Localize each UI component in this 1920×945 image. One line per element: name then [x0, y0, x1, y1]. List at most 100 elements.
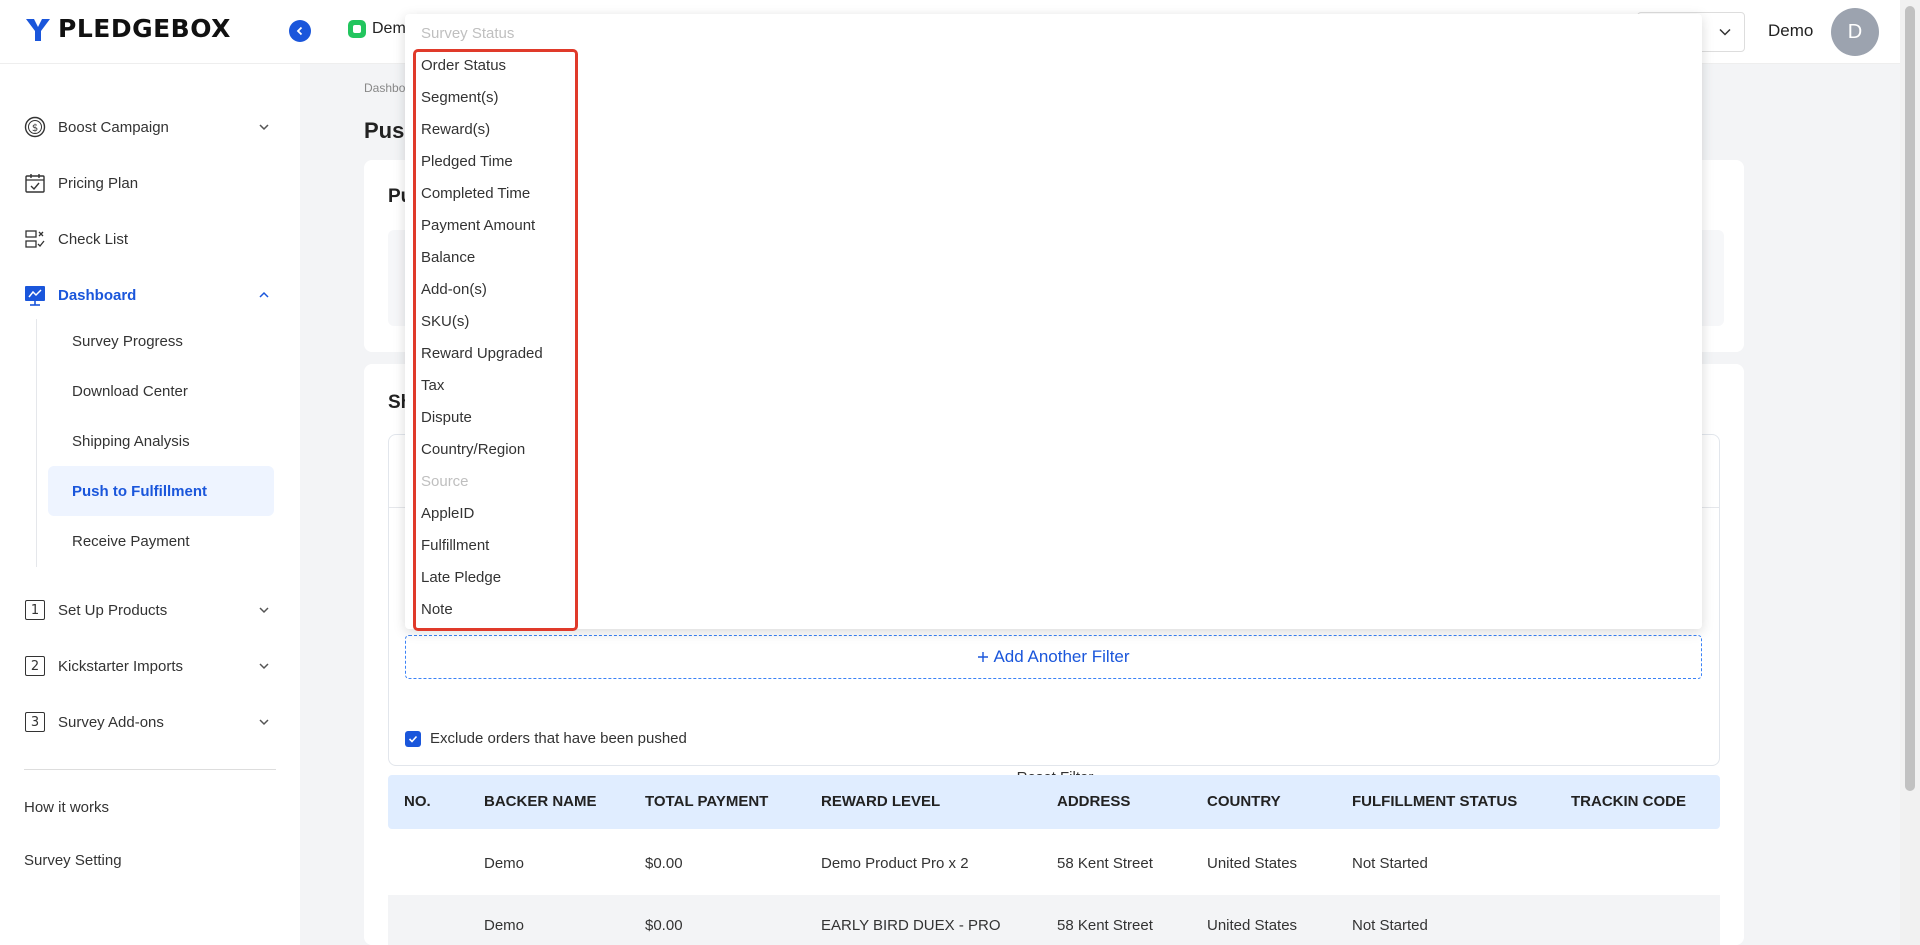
pledgebox-logo-icon	[26, 18, 50, 41]
sidebar: $ Boost Campaign Pricing Plan Check List…	[0, 64, 300, 945]
calendar-check-icon	[24, 172, 46, 194]
checklist-icon	[24, 228, 46, 250]
column-header: TOTAL PAYMENT	[645, 793, 769, 810]
brand-logo[interactable]: PLEDGEBOX	[24, 14, 231, 43]
sidebar-item-survey-add-ons[interactable]: 3 Survey Add-ons	[24, 704, 276, 740]
column-header: REWARD LEVEL	[821, 793, 941, 810]
how-it-works-link[interactable]: How it works	[24, 799, 109, 816]
chevron-down-icon	[259, 124, 269, 131]
sidebar-item-label: Survey Add-ons	[58, 713, 164, 731]
step-3-icon: 3	[24, 711, 46, 733]
table-row[interactable]: Demo $0.00 Demo Product Pro x 2 58 Kent …	[388, 833, 1720, 895]
dropdown-option-source: Source	[421, 472, 469, 490]
cell-payment: $0.00	[645, 917, 683, 934]
dropdown-option-payment-amount[interactable]: Payment Amount	[421, 209, 535, 241]
svg-text:$: $	[32, 123, 38, 134]
cell-payment: $0.00	[645, 855, 683, 872]
chevron-left-icon	[296, 26, 303, 36]
subitem-label: Survey Progress	[72, 332, 183, 350]
table-header: NO. BACKER NAME TOTAL PAYMENT REWARD LEV…	[388, 775, 1720, 829]
sidebar-item-label: Pricing Plan	[58, 174, 139, 192]
collapse-sidebar-button[interactable]	[289, 20, 311, 42]
cell-reward: Demo Product Pro x 2	[821, 855, 969, 872]
chevron-down-icon	[259, 607, 269, 614]
step-number: 1	[25, 600, 45, 620]
filter-field-dropdown: Survey Status Order Status Segment(s) Re…	[405, 14, 1702, 629]
dollar-coin-icon: $	[24, 116, 46, 138]
step-number: 2	[25, 656, 45, 676]
dropdown-option-dispute[interactable]: Dispute	[421, 401, 472, 433]
dashboard-icon	[24, 284, 46, 306]
sidebar-item-boost-campaign[interactable]: $ Boost Campaign	[24, 109, 276, 145]
dropdown-option-tax[interactable]: Tax	[421, 369, 444, 401]
sidebar-item-kickstarter-imports[interactable]: 2 Kickstarter Imports	[24, 648, 276, 684]
add-filter-button[interactable]: Add Another Filter	[405, 635, 1702, 679]
dropdown-option-balance[interactable]: Balance	[421, 241, 475, 273]
sidebar-subitem-push-to-fulfillment[interactable]: Push to Fulfillment	[48, 466, 274, 516]
cell-backer: Demo	[484, 855, 525, 872]
checkbox-checked-icon[interactable]	[405, 730, 421, 747]
dropdown-option-pledged-time[interactable]: Pledged Time	[421, 145, 513, 177]
subitem-label: Push to Fulfillment	[72, 482, 207, 500]
dropdown-option-late-pledge[interactable]: Late Pledge	[421, 561, 501, 593]
chevron-down-icon	[259, 719, 269, 726]
sidebar-divider	[24, 769, 276, 770]
dropdown-option-completed-time[interactable]: Completed Time	[421, 177, 530, 209]
step-number: 3	[25, 712, 45, 732]
page-scrollbar[interactable]	[1900, 0, 1920, 945]
dropdown-option-survey-status: Survey Status	[421, 24, 515, 42]
cell-reward: EARLY BIRD DUEX - PRO	[821, 917, 1001, 934]
exclude-pushed-checkbox[interactable]: Exclude orders that have been pushed	[405, 730, 687, 747]
sidebar-subitem-shipping-analysis[interactable]: Shipping Analysis	[48, 416, 274, 466]
scrollbar-thumb[interactable]	[1905, 6, 1915, 791]
cell-country: United States	[1207, 855, 1298, 872]
step-1-icon: 1	[24, 599, 46, 621]
cell-country: United States	[1207, 917, 1298, 934]
dropdown-option-add-ons[interactable]: Add-on(s)	[421, 273, 487, 305]
sidebar-item-label: Set Up Products	[58, 601, 168, 619]
plus-icon	[978, 652, 989, 662]
dropdown-option-country-region[interactable]: Country/Region	[421, 433, 525, 465]
sidebar-item-label: Kickstarter Imports	[58, 657, 184, 675]
user-name[interactable]: Demo	[1768, 21, 1813, 41]
sidebar-item-check-list[interactable]: Check List	[24, 221, 276, 257]
step-2-icon: 2	[24, 655, 46, 677]
dropdown-option-note[interactable]: Note	[421, 593, 453, 625]
table-row[interactable]: Demo $0.00 EARLY BIRD DUEX - PRO 58 Kent…	[388, 895, 1720, 945]
sidebar-item-label: Boost Campaign	[58, 118, 169, 136]
breadcrumb[interactable]: Dashbo	[364, 81, 405, 95]
dropdown-option-order-status[interactable]: Order Status	[421, 49, 506, 81]
column-header: BACKER NAME	[484, 793, 597, 810]
column-header: ADDRESS	[1057, 793, 1131, 810]
dropdown-option-segments[interactable]: Segment(s)	[421, 81, 499, 113]
dropdown-option-fulfillment[interactable]: Fulfillment	[421, 529, 489, 561]
cell-address: 58 Kent Street	[1057, 917, 1153, 934]
sidebar-item-pricing-plan[interactable]: Pricing Plan	[24, 165, 276, 201]
chevron-down-icon	[259, 663, 269, 670]
cell-status: Not Started	[1352, 917, 1428, 934]
subitem-label: Receive Payment	[72, 532, 190, 550]
dropdown-option-rewards[interactable]: Reward(s)	[421, 113, 490, 145]
column-header: FULFILLMENT STATUS	[1352, 793, 1518, 810]
sidebar-subitem-survey-progress[interactable]: Survey Progress	[48, 316, 274, 366]
sidebar-item-label: Check List	[58, 230, 129, 248]
dropdown-option-reward-upgraded[interactable]: Reward Upgraded	[421, 337, 543, 369]
avatar[interactable]: D	[1831, 8, 1879, 56]
subitem-label: Shipping Analysis	[72, 432, 190, 450]
sidebar-subitem-download-center[interactable]: Download Center	[48, 366, 274, 416]
survey-setting-link[interactable]: Survey Setting	[24, 852, 122, 869]
dropdown-option-appleid[interactable]: AppleID	[421, 497, 474, 529]
sidebar-subitem-receive-payment[interactable]: Receive Payment	[48, 516, 274, 566]
sidebar-item-set-up-products[interactable]: 1 Set Up Products	[24, 592, 276, 628]
cell-backer: Demo	[484, 917, 525, 934]
column-header: TRACKIN CODE	[1571, 793, 1686, 810]
cell-address: 58 Kent Street	[1057, 855, 1153, 872]
sidebar-item-dashboard[interactable]: Dashboard	[24, 277, 276, 313]
dropdown-option-skus[interactable]: SKU(s)	[421, 305, 469, 337]
brand-name: PLEDGEBOX	[58, 14, 231, 43]
chevron-up-icon	[259, 291, 269, 298]
sidebar-item-label: Dashboard	[58, 286, 137, 304]
column-header: COUNTRY	[1207, 793, 1281, 810]
column-header: NO.	[404, 793, 431, 810]
add-filter-label: Add Another Filter	[993, 647, 1130, 666]
